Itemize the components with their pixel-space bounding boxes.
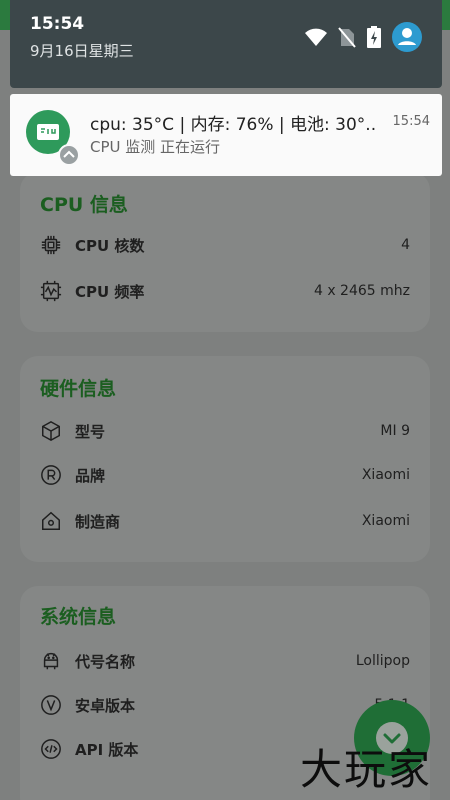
frequency-icon (40, 280, 62, 302)
android-icon (40, 650, 62, 672)
status-date: 9月16日星期三 (30, 42, 134, 60)
cpu-cores-label: CPU 核数 (75, 236, 145, 255)
version-icon (40, 694, 62, 716)
status-icons (304, 22, 422, 52)
manufacturer-label: 制造商 (75, 512, 121, 531)
status-clock: 15:54 (30, 14, 85, 34)
cpu-cores-value: 4 (401, 237, 410, 253)
manufacturer-value: Xiaomi (361, 513, 410, 529)
wifi-icon (304, 27, 328, 47)
notification-shade-header[interactable]: 15:54 9月16日星期三 (10, 0, 442, 88)
notification-text: CPU 监测 正在运行 (90, 138, 221, 156)
notification-time: 15:54 (392, 114, 430, 129)
notification-title: cpu: 35°C | 内存: 76% | 电池: 30°.. (90, 115, 377, 135)
app-bar-edge (0, 0, 10, 30)
cpu-frequency-value: 4 x 2465 mhz (313, 283, 410, 299)
cpu-info-title: CPU 信息 (40, 194, 128, 216)
registered-icon (40, 464, 62, 486)
cpu-frequency-label: CPU 频率 (75, 282, 145, 301)
watermark-logo: 大玩家 (300, 745, 433, 794)
model-value: MI 9 (380, 423, 410, 439)
model-row: 型号 MI 9 (40, 416, 410, 446)
no-sim-icon (338, 26, 356, 48)
android-version-label: 安卓版本 (75, 696, 136, 715)
home-icon (40, 510, 62, 532)
cpu-frequency-row: CPU 频率 4 x 2465 mhz (40, 276, 410, 306)
code-icon (40, 738, 62, 760)
brand-row: 品牌 Xiaomi (40, 460, 410, 490)
api-version-label: API 版本 (75, 740, 139, 759)
system-info-title: 系统信息 (40, 606, 117, 628)
cpu-cores-row: CPU 核数 4 (40, 230, 410, 260)
model-label: 型号 (75, 422, 106, 441)
codename-value: Lollipop (355, 653, 410, 669)
codename-label: 代号名称 (75, 652, 136, 671)
brand-value: Xiaomi (361, 467, 410, 483)
chip-icon (40, 234, 62, 256)
brand-label: 品牌 (75, 466, 106, 485)
hardware-info-title: 硬件信息 (40, 378, 117, 400)
codename-row: 代号名称 Lollipop (40, 646, 410, 676)
cpu-info-card: CPU 信息 CPU 核数 4 CPU 频率 4 x 2465 mhz (20, 172, 430, 332)
manufacturer-row: 制造商 Xiaomi (40, 506, 410, 536)
cube-icon (40, 420, 62, 442)
cpu-monitor-notification[interactable]: cpu: 35°C | 内存: 76% | 电池: 30°.. 15:54 CP… (10, 94, 442, 176)
notification-badge-icon (58, 144, 80, 166)
user-avatar-icon[interactable] (392, 22, 422, 52)
battery-charging-icon (366, 25, 382, 49)
hardware-info-card: 硬件信息 型号 MI 9 品牌 Xiaomi 制造商 Xiaomi (20, 356, 430, 562)
